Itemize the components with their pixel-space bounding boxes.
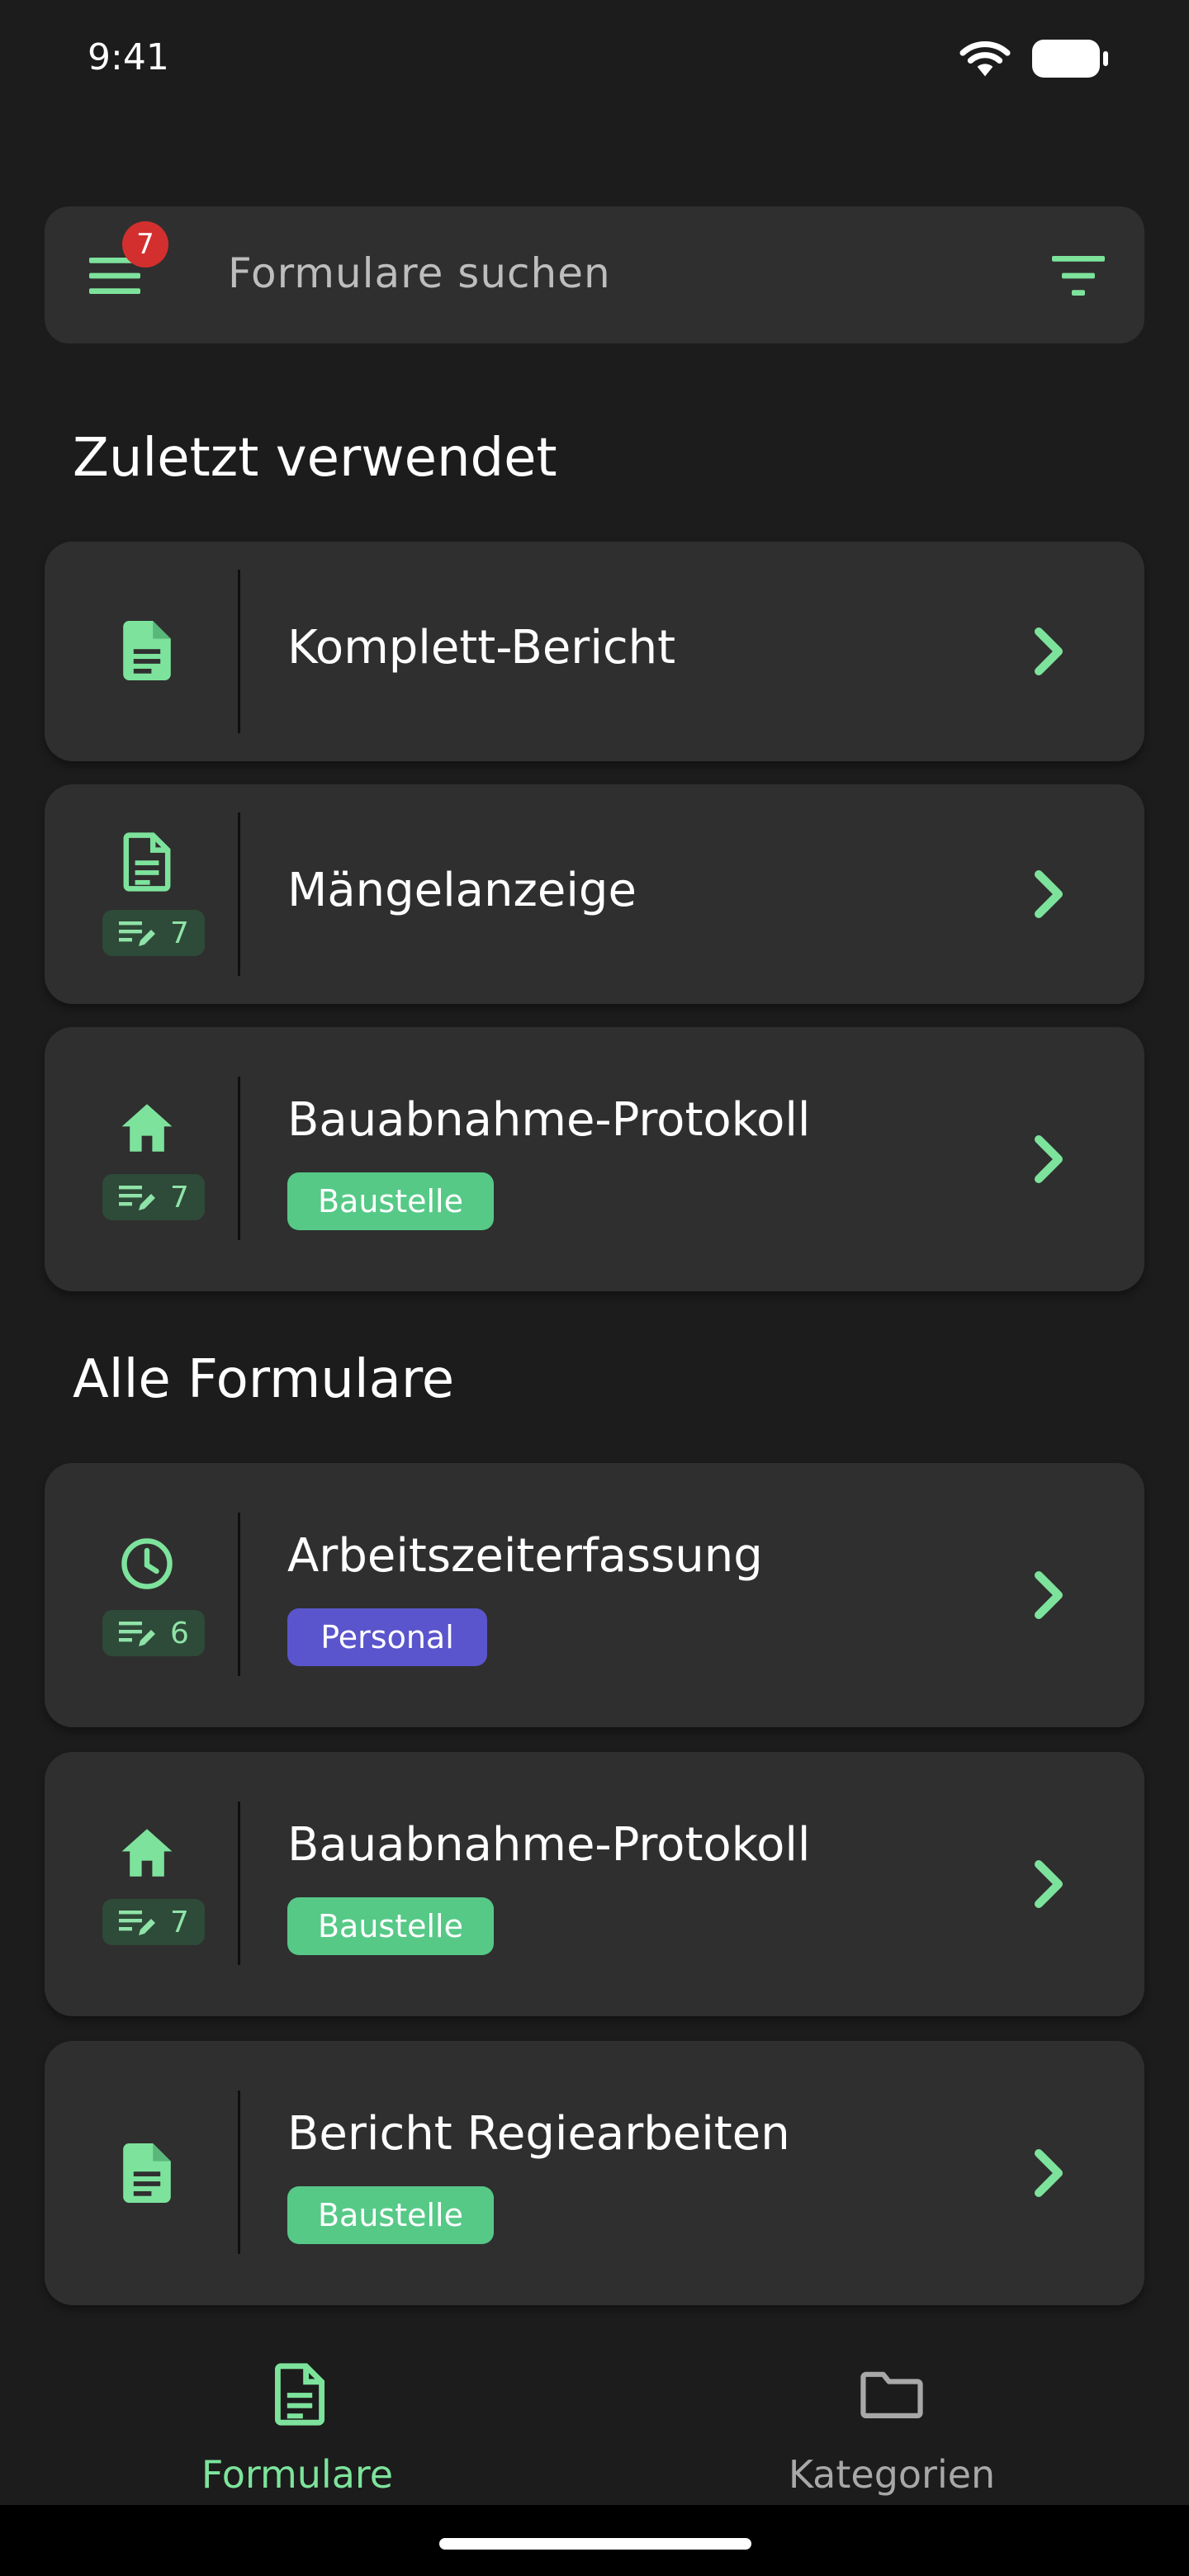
form-title: Mängelanzeige bbox=[287, 864, 637, 917]
draft-count-chip: 6 bbox=[102, 1610, 205, 1656]
nav-label: Kategorien bbox=[788, 2452, 996, 2497]
card-divider bbox=[238, 1513, 240, 1676]
section-title-all: Alle Formulare bbox=[73, 1349, 455, 1410]
draft-count-chip: 7 bbox=[102, 1174, 205, 1220]
nav-tab-kategorien[interactable]: Kategorien bbox=[743, 2328, 1040, 2505]
chevron-right-icon bbox=[1035, 1135, 1063, 1183]
folder-icon bbox=[860, 2371, 923, 2419]
home-icon bbox=[121, 1829, 173, 1877]
document-outline-icon bbox=[274, 2363, 325, 2426]
form-title: Bauabnahme-Protokoll bbox=[287, 1093, 811, 1147]
card-icon-column: 6 bbox=[45, 1463, 238, 1727]
clock-icon bbox=[121, 1538, 173, 1589]
card-divider bbox=[238, 812, 240, 976]
form-card-bauabnahme-protokoll[interactable]: 7 Bauabnahme-Protokoll Baustelle bbox=[45, 1027, 1144, 1291]
category-tag: Baustelle bbox=[287, 2186, 494, 2244]
form-card-komplett-bericht[interactable]: Komplett-Bericht bbox=[45, 542, 1144, 761]
home-indicator-area bbox=[0, 2505, 1189, 2576]
chevron-right-icon bbox=[1035, 870, 1063, 918]
category-tag: Personal bbox=[287, 1608, 487, 1666]
document-icon bbox=[123, 2143, 171, 2203]
status-time: 9:41 bbox=[88, 36, 169, 78]
draft-count: 7 bbox=[170, 916, 189, 950]
edit-list-icon bbox=[119, 921, 155, 946]
filter-icon[interactable] bbox=[1050, 253, 1106, 299]
form-title: Komplett-Bericht bbox=[287, 621, 676, 675]
nav-label: Formulare bbox=[201, 2452, 394, 2497]
draft-count-chip: 7 bbox=[102, 910, 205, 956]
draft-count: 7 bbox=[170, 1181, 189, 1215]
edit-list-icon bbox=[119, 1911, 155, 1935]
chevron-right-icon bbox=[1035, 627, 1063, 675]
card-icon-column: 7 bbox=[45, 784, 238, 1004]
chevron-right-icon bbox=[1035, 1571, 1063, 1619]
chevron-right-icon bbox=[1035, 1860, 1063, 1908]
form-title: Bericht Regiearbeiten bbox=[287, 2107, 790, 2161]
nav-tab-formulare[interactable]: Formulare bbox=[149, 2328, 446, 2505]
document-outline-icon bbox=[123, 832, 171, 892]
card-divider bbox=[238, 2091, 240, 2254]
section-title-recent: Zuletzt verwendet bbox=[73, 428, 557, 489]
document-icon bbox=[123, 621, 171, 680]
home-indicator[interactable] bbox=[439, 2538, 751, 2550]
notification-badge: 7 bbox=[122, 221, 168, 268]
draft-count-chip: 7 bbox=[102, 1899, 205, 1945]
home-icon bbox=[121, 1104, 173, 1152]
form-card-maengelanzeige[interactable]: 7 Mängelanzeige bbox=[45, 784, 1144, 1004]
card-divider bbox=[238, 1077, 240, 1240]
form-card-bauabnahme-protokoll[interactable]: 7 Bauabnahme-Protokoll Baustelle bbox=[45, 1752, 1144, 2016]
search-input[interactable]: Formulare suchen bbox=[228, 249, 611, 297]
draft-count: 7 bbox=[170, 1906, 189, 1939]
form-card-arbeitszeiterfassung[interactable]: 6 Arbeitszeiterfassung Personal bbox=[45, 1463, 1144, 1727]
edit-list-icon bbox=[119, 1622, 155, 1646]
card-divider bbox=[238, 570, 240, 733]
chevron-right-icon bbox=[1035, 2149, 1063, 2197]
status-bar: 9:41 bbox=[0, 0, 1189, 116]
form-title: Arbeitszeiterfassung bbox=[287, 1529, 763, 1583]
wifi-icon bbox=[959, 40, 1011, 77]
battery-icon bbox=[1032, 40, 1108, 78]
card-icon-column: 7 bbox=[45, 1027, 238, 1291]
edit-list-icon bbox=[119, 1186, 155, 1210]
form-card-bericht-regiearbeiten[interactable]: Bericht Regiearbeiten Baustelle bbox=[45, 2041, 1144, 2305]
card-icon-column bbox=[45, 542, 238, 761]
category-tag: Baustelle bbox=[287, 1172, 494, 1230]
card-icon-column: 7 bbox=[45, 1752, 238, 2016]
search-bar[interactable]: 7 Formulare suchen bbox=[45, 206, 1144, 343]
bottom-navigation: Formulare Kategorien bbox=[0, 2328, 1189, 2505]
card-divider bbox=[238, 1802, 240, 1965]
form-title: Bauabnahme-Protokoll bbox=[287, 1818, 811, 1872]
category-tag: Baustelle bbox=[287, 1897, 494, 1955]
draft-count: 6 bbox=[170, 1617, 189, 1650]
card-icon-column bbox=[45, 2041, 238, 2305]
